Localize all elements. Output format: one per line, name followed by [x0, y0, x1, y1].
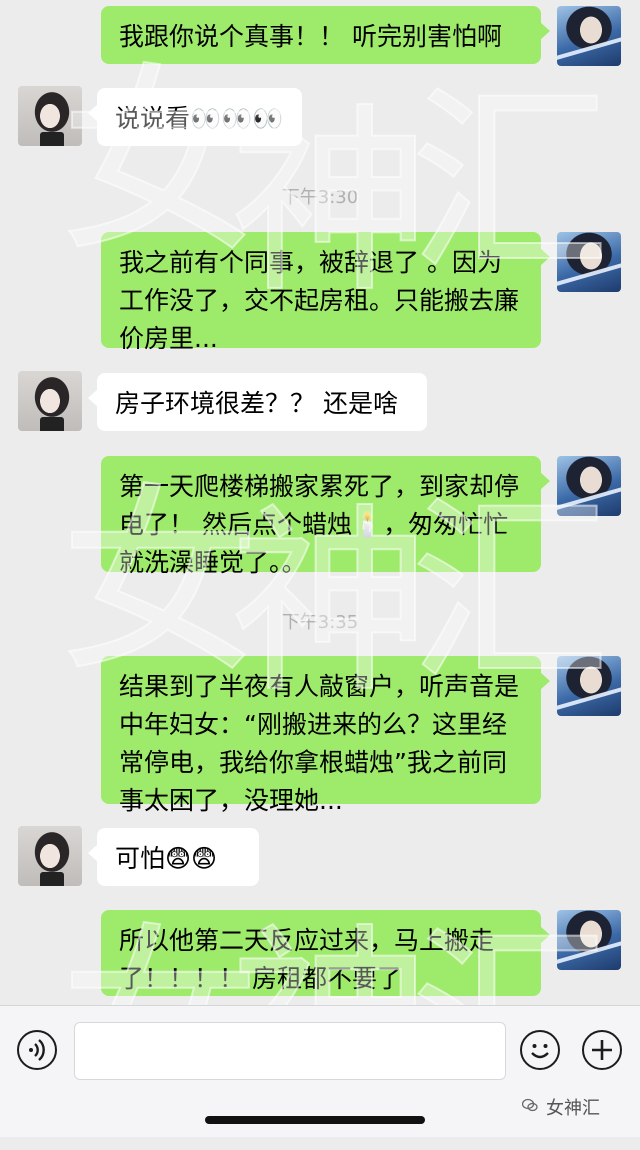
my-avatar[interactable]	[557, 910, 621, 970]
voice-button[interactable]	[17, 1030, 57, 1070]
contact-message-bubble[interactable]: 可怕😨😨	[88, 828, 259, 886]
contact-message-bubble[interactable]: 房子环境很差？？ 还是啥	[88, 373, 427, 431]
my-message-bubble[interactable]: 我跟你说个真事！！ 听完别害怕啊	[101, 6, 550, 64]
my-avatar[interactable]	[557, 656, 621, 716]
chat-area: 我跟你说个真事！！ 听完别害怕啊 说说看👀👀👀 下午3:30 我之前有个同事，被…	[0, 0, 640, 1141]
my-avatar[interactable]	[557, 456, 621, 516]
my-message-bubble[interactable]: 我之前有个同事，被辞退了 。因为工作没了，交不起房租。只能搬去廉价房里...	[101, 232, 550, 353]
timestamp: 下午3:30	[281, 187, 359, 208]
plus-button[interactable]	[582, 1030, 622, 1070]
contact-message-bubble[interactable]: 说说看👀👀👀	[88, 88, 302, 146]
voice-icon	[29, 1039, 45, 1061]
home-indicator[interactable]	[205, 1116, 425, 1124]
my-avatar[interactable]	[557, 232, 621, 292]
brand-watermark: 女神汇	[546, 1098, 600, 1119]
contact-avatar[interactable]	[18, 86, 82, 146]
my-message-bubble[interactable]: 结果到了半夜有人敲窗户，听声音是中年妇女：“刚搬进来的么？这里经常停电，我给你拿…	[101, 656, 550, 815]
wechat-icon	[522, 1098, 538, 1112]
plus-icon	[592, 1040, 612, 1060]
emoji-button[interactable]	[520, 1030, 560, 1070]
contact-avatar[interactable]	[18, 826, 82, 886]
message-input[interactable]	[74, 1022, 506, 1080]
my-message-bubble[interactable]: 所以他第二天反应过来，马上搬走了！！！！ 房租都不要了	[101, 910, 550, 996]
my-message-bubble[interactable]: 第一天爬楼梯搬家累死了，到家却停电了！ 然后点个蜡烛🕯️，匆匆忙忙就洗澡睡觉了。…	[101, 456, 550, 577]
contact-avatar[interactable]	[18, 371, 82, 431]
my-avatar[interactable]	[557, 6, 621, 66]
timestamp: 下午3:35	[281, 612, 359, 633]
emoji-icon	[531, 1044, 549, 1059]
